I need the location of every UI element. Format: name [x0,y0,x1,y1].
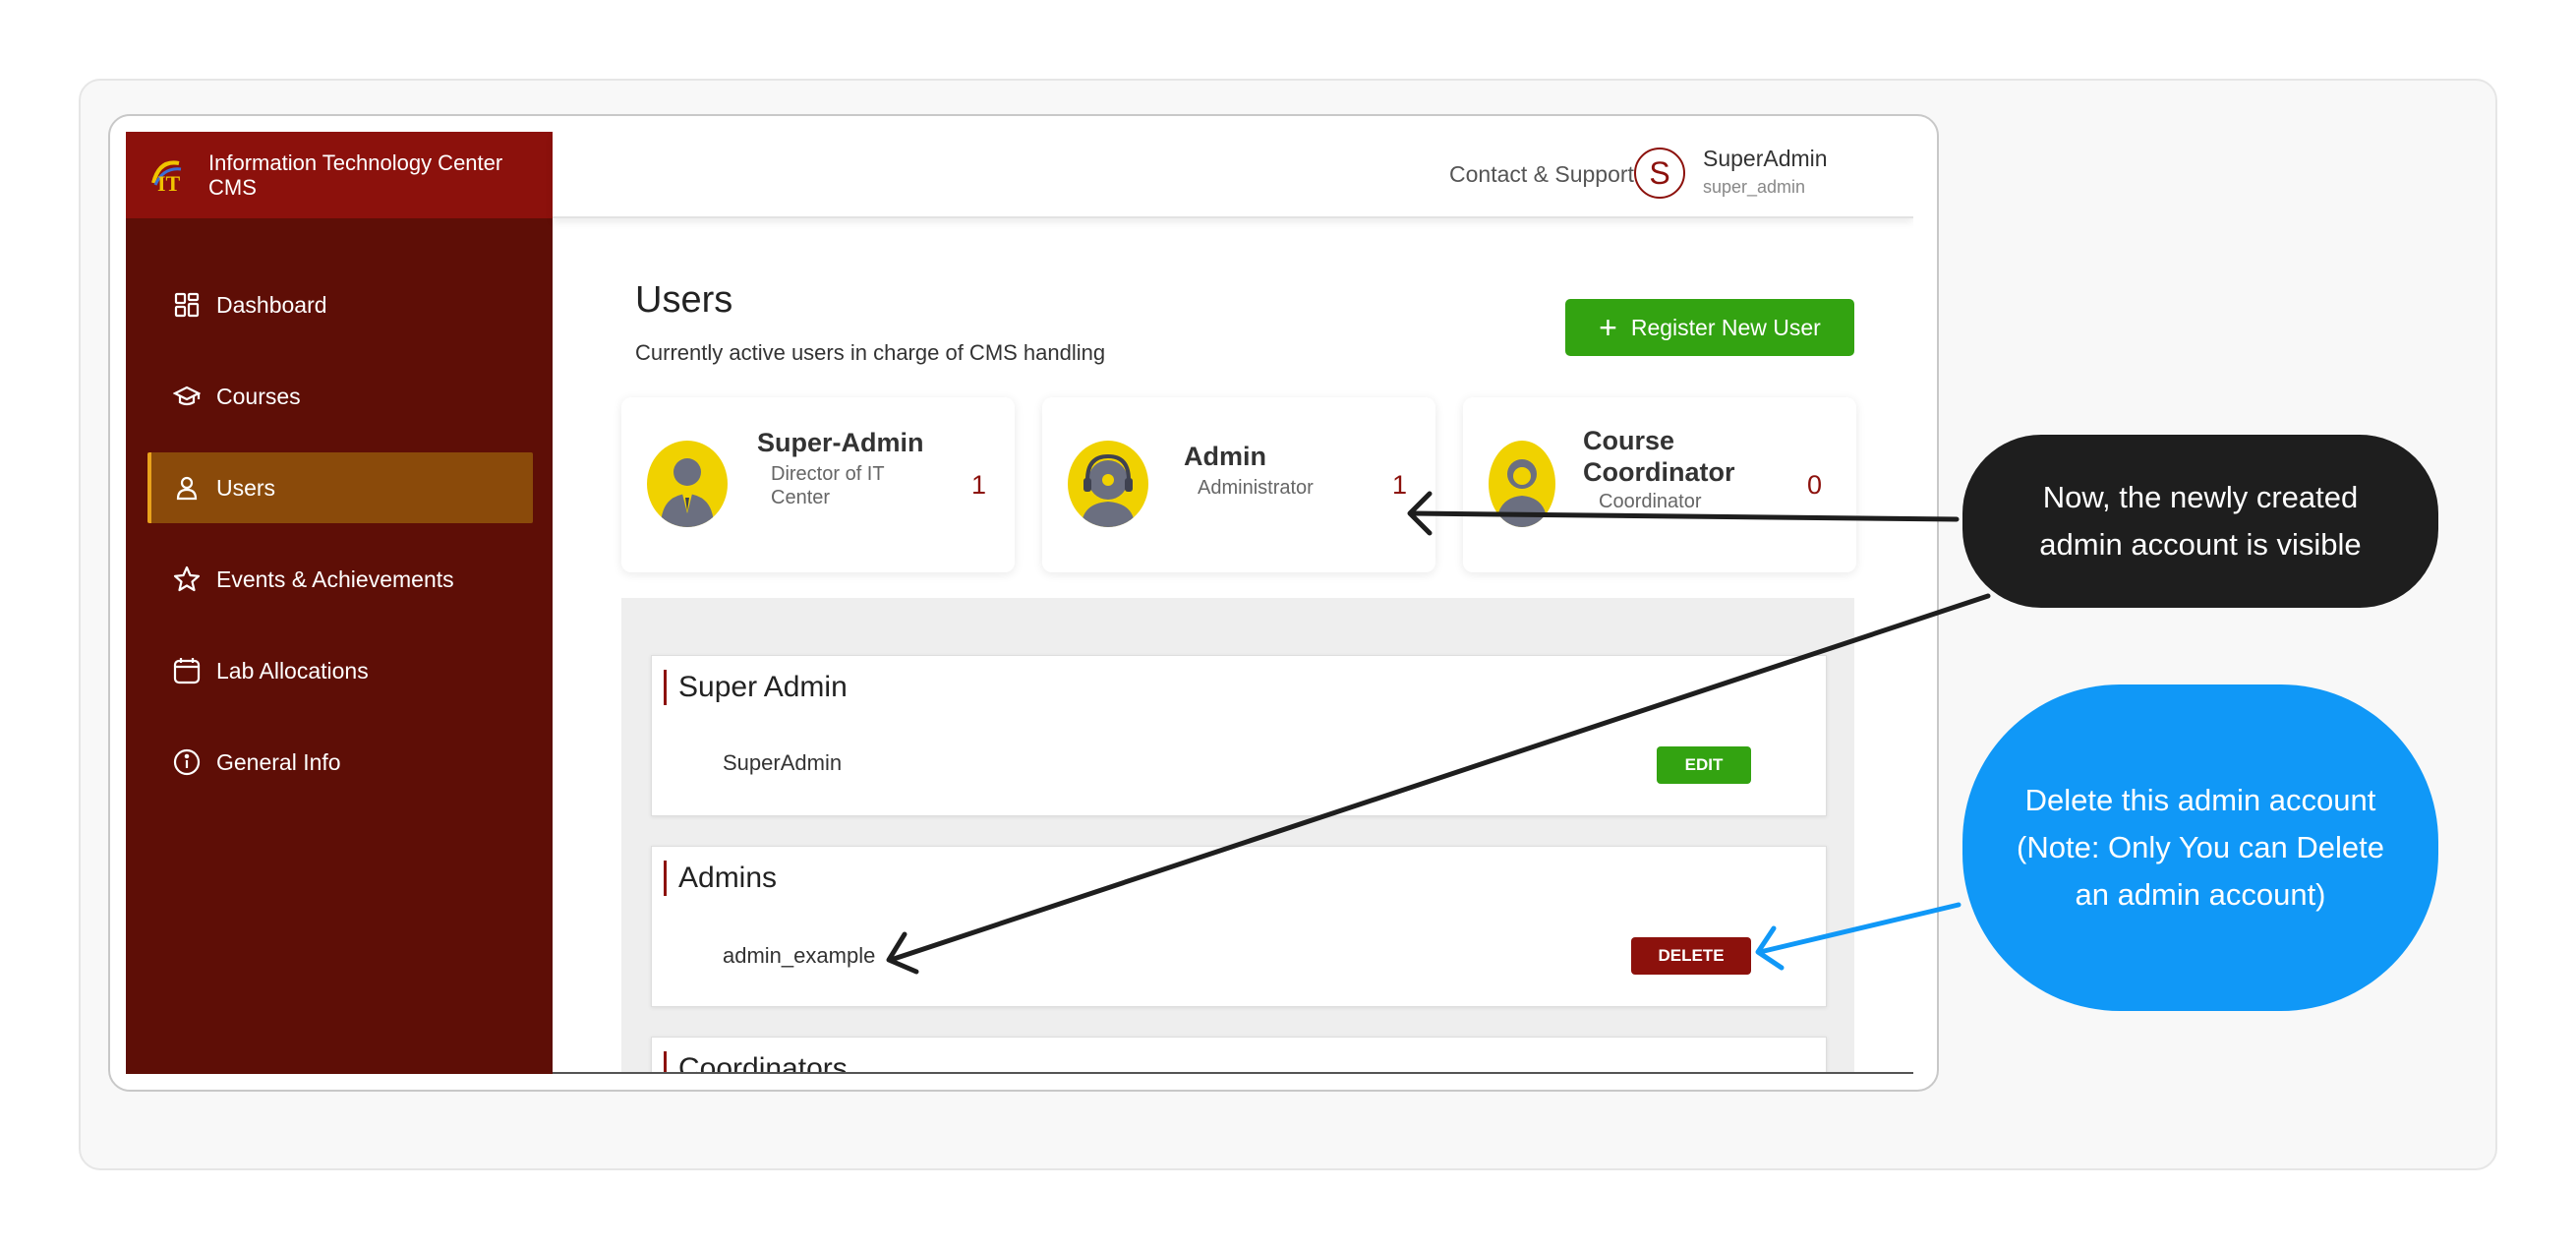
sidebar-item-dashboard[interactable]: Dashboard [147,269,533,340]
callout-text: Now, the newly created [2042,480,2359,514]
callout-text: admin account is visible [2039,527,2362,562]
delete-button[interactable]: DELETE [1631,937,1751,975]
group-title: Coordinators [664,1051,848,1074]
avatar[interactable]: S [1634,148,1685,199]
stat-title: Admin [1184,442,1266,471]
info-icon [171,746,203,778]
user-row-name: SuperAdmin [723,750,843,775]
brand-name: Information Technology Center [208,150,503,175]
stat-subtitle: Coordinator [1599,491,1702,512]
star-icon [171,564,203,595]
user-groups-panel: Super Admin SuperAdmin EDIT Admins admin… [621,598,1854,1074]
stat-subtitle: Director of IT [771,463,885,485]
group-title: Super Admin [664,670,848,705]
sidebar-item-courses[interactable]: Courses [147,361,533,432]
stat-count: 1 [971,470,987,500]
user-handle: super_admin [1703,177,1806,197]
page-title: Users [635,279,733,321]
businessman-avatar-icon [647,441,728,527]
brand-header[interactable]: IT Information Technology Center CMS [126,132,553,218]
sidebar: IT Information Technology Center CMS Das… [126,132,553,1074]
edit-button[interactable]: EDIT [1657,746,1751,784]
stat-title: Coordinator [1583,457,1735,487]
browser-window: IT Information Technology Center CMS Das… [108,114,1939,1092]
sidebar-item-lab-allocations[interactable]: Lab Allocations [147,635,533,706]
headset-support-avatar-icon [1068,441,1148,527]
itc-logo-icon: IT [146,153,189,197]
group-title: Admins [664,861,777,896]
stat-title: Super-Admin [757,428,924,457]
sidebar-item-label: General Info [216,748,341,775]
top-header: Contact & Support S SuperAdmin super_adm… [553,132,1913,218]
user-icon [171,472,203,504]
sidebar-item-label: Users [216,474,276,501]
user-name: SuperAdmin [1703,146,1828,171]
stat-title: Course [1583,426,1675,455]
sidebar-item-label: Events & Achievements [216,565,454,592]
svg-text:IT: IT [157,171,181,196]
group-super-admin: Super Admin SuperAdmin EDIT [651,655,1827,816]
callout-delete-admin: Delete this admin account (Note: Only Yo… [1962,684,2438,1011]
viewport-bottom-divider [553,1072,1913,1074]
stat-count: 1 [1392,470,1408,500]
register-button-label: Register New User [1630,314,1821,340]
calendar-icon [171,655,203,686]
sidebar-item-label: Courses [216,383,301,409]
sidebar-item-label: Lab Allocations [216,657,369,684]
stat-subtitle: Administrator [1198,477,1314,499]
dashboard-icon [171,289,203,321]
stat-card-course-coordinator: Course Coordinator Coordinator 0 [1463,397,1856,572]
plus-icon: + [1599,310,1617,345]
callout-text: an admin account) [2075,877,2326,912]
cms-app: IT Information Technology Center CMS Das… [126,132,1913,1074]
page-subtitle: Currently active users in charge of CMS … [635,340,1106,365]
register-new-user-button[interactable]: + Register New User [1565,299,1854,356]
user-row-name: admin_example [723,943,876,968]
callout-text: (Note: Only You can Delete [2017,830,2384,864]
graduation-cap-icon [171,381,203,412]
stat-count: 0 [1807,470,1823,500]
sidebar-item-label: Dashboard [216,291,327,318]
contact-support-link[interactable]: Contact & Support [1449,161,1634,188]
brand-subname: CMS [208,175,257,200]
coordinator-avatar-icon [1489,441,1555,527]
sidebar-item-events[interactable]: Events & Achievements [147,544,533,615]
group-admins: Admins admin_example DELETE [651,846,1827,1007]
stat-card-super-admin: Super-Admin Director of IT Center 1 [621,397,1015,572]
group-coordinators: Coordinators [651,1037,1827,1074]
callout-text: Delete this admin account [2024,783,2376,817]
sidebar-item-users[interactable]: Users [147,452,533,523]
sidebar-item-general-info[interactable]: General Info [147,727,533,798]
stat-card-admin: Admin Administrator 1 [1042,397,1435,572]
stat-subtitle: Center [771,487,831,508]
sidebar-nav: Dashboard Courses Users Events & Achieve… [147,269,533,818]
callout-newly-created-admin: Now, the newly created admin account is … [1962,435,2438,608]
